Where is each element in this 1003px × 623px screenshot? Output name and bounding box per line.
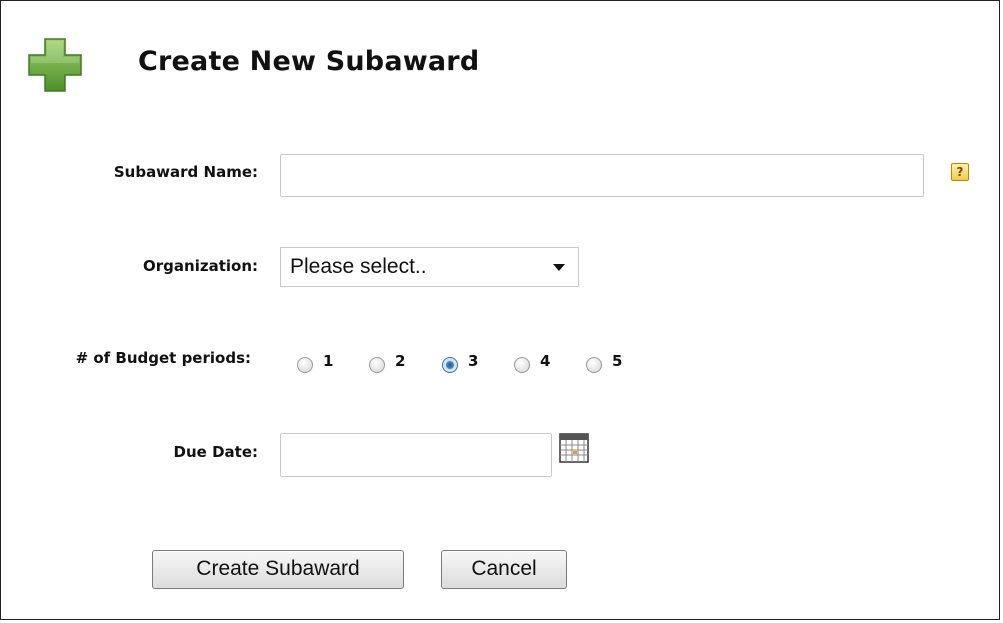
budget-periods-label: # of Budget periods: (75, 349, 251, 367)
chevron-down-icon (553, 264, 565, 271)
radio-button[interactable] (297, 357, 313, 373)
calendar-icon[interactable] (559, 433, 589, 463)
plus-icon (28, 38, 82, 92)
radio-button[interactable] (514, 357, 530, 373)
radio-label: 3 (468, 352, 479, 370)
due-date-label: Due Date: (173, 443, 258, 461)
radio-label: 4 (540, 352, 551, 370)
organization-label: Organization: (143, 257, 258, 275)
radio-button[interactable] (369, 357, 385, 373)
radio-button-selected[interactable] (442, 357, 458, 373)
radio-button[interactable] (586, 357, 602, 373)
page-title: Create New Subaward (138, 46, 480, 77)
radio-label: 2 (395, 352, 406, 370)
help-icon[interactable]: ? (951, 163, 969, 181)
organization-selected-value: Please select.. (290, 255, 427, 278)
create-subaward-button[interactable]: Create Subaward (152, 550, 404, 589)
due-date-input[interactable] (280, 433, 552, 477)
create-subaward-panel: Create New Subaward Subaward Name: ? Org… (0, 0, 1000, 620)
organization-select[interactable]: Please select.. (280, 247, 579, 287)
subaward-name-input[interactable] (280, 154, 924, 197)
subaward-name-label: Subaward Name: (113, 163, 258, 181)
radio-label: 1 (323, 352, 334, 370)
radio-label: 5 (612, 352, 623, 370)
cancel-button[interactable]: Cancel (441, 550, 567, 589)
